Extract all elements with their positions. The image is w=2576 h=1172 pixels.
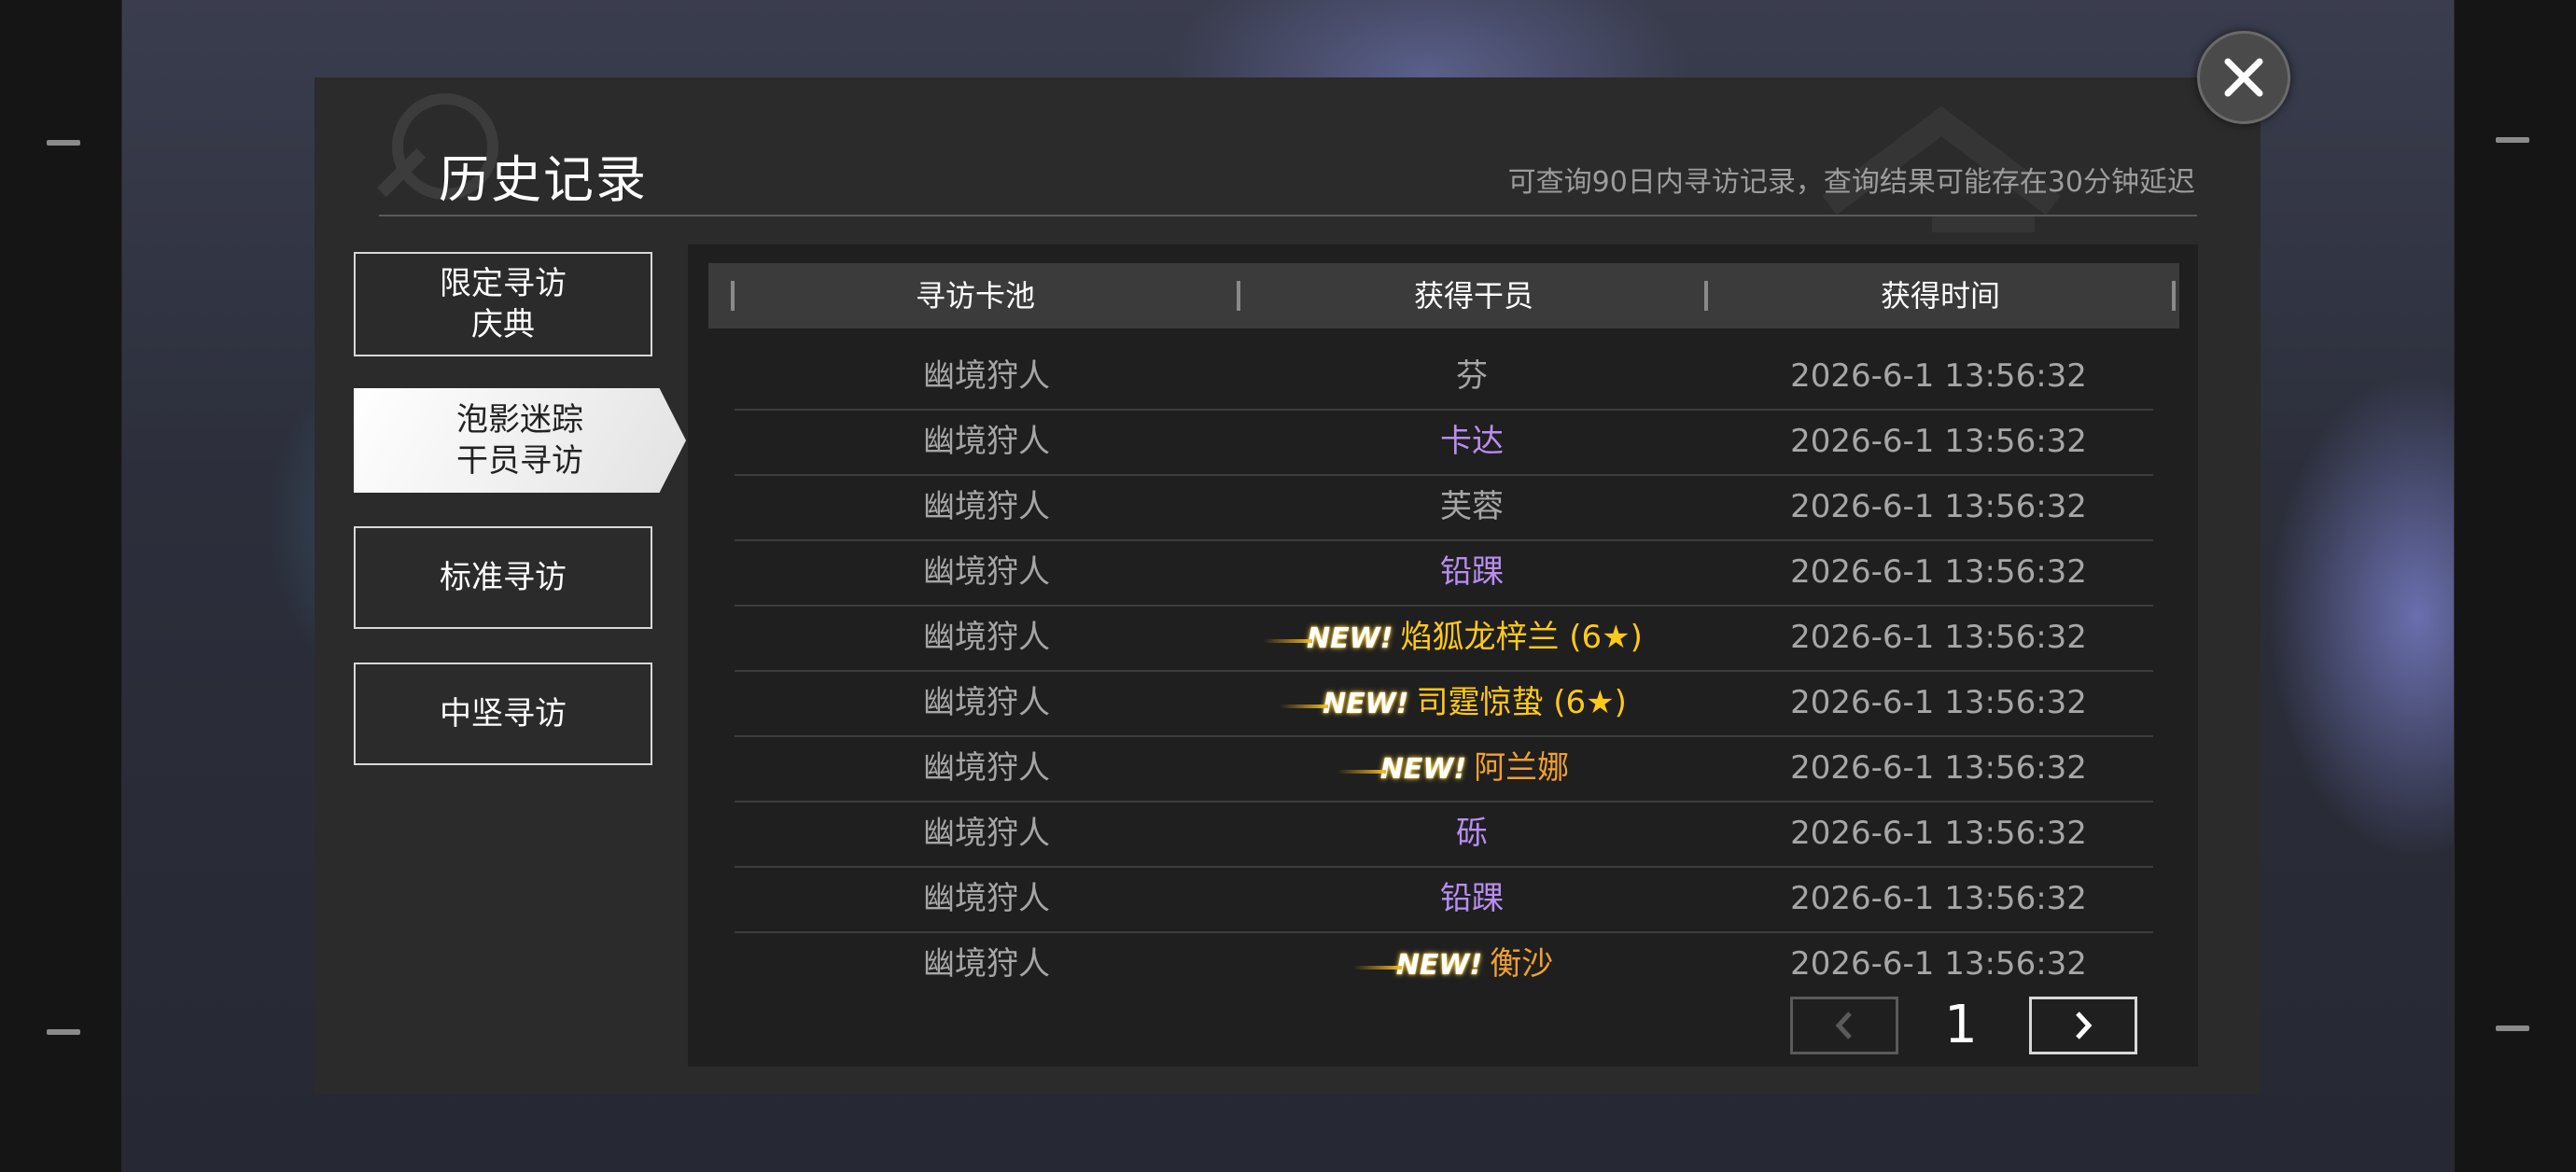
operator-cell: 铅踝 <box>1239 539 1705 605</box>
table-row: 幽境狩人 卡达 2026-6-1 13:56:32 <box>735 409 2153 476</box>
operator-name: 砾 <box>1456 815 1488 852</box>
right-frame <box>2454 0 2576 1172</box>
pool-cell: 幽境狩人 <box>923 880 1050 917</box>
operator-cell: 卡达 <box>1239 409 1705 474</box>
frame-tick <box>2496 1026 2529 1031</box>
time-cell: 2026-6-1 13:56:32 <box>1790 815 2087 852</box>
new-badge: NEW! <box>1352 933 1482 998</box>
operator-stars: (6★) <box>1543 684 1627 721</box>
pool-cell: 幽境狩人 <box>923 619 1050 656</box>
pool-cell: 幽境狩人 <box>923 815 1050 852</box>
tab-bubble-trace-operator[interactable]: 泡影迷踪 干员寻访 <box>354 388 686 493</box>
header-separator <box>2172 281 2176 311</box>
dialog-title: 历史记录 <box>439 150 648 209</box>
operator-cell: 砾 <box>1239 801 1705 866</box>
tab-label: 标准寻访 <box>440 559 567 596</box>
time-cell: 2026-6-1 13:56:32 <box>1790 553 2087 591</box>
pool-cell: 幽境狩人 <box>923 553 1050 591</box>
operator-name: 铅踝 <box>1440 553 1504 591</box>
operator-cell: NEW! 衡沙 <box>1239 931 1705 997</box>
table-row: 幽境狩人 NEW! 焰狐龙梓兰 (6★) 2026-6-1 13:56:32 <box>735 605 2153 672</box>
operator-cell: 芬 <box>1239 343 1705 409</box>
history-table: 寻访卡池 获得干员 获得时间 幽境狩人芬 2026-6-1 13:56:32 幽境狩… <box>688 244 2198 1067</box>
operator-cell: 芙蓉 <box>1239 474 1705 539</box>
time-cell: 2026-6-1 13:56:32 <box>1790 945 2087 983</box>
frame-tick <box>47 1029 80 1035</box>
header-operator: 获得干员 <box>1413 278 1533 314</box>
next-page-button[interactable] <box>2029 997 2137 1054</box>
new-badge: NEW! <box>1279 672 1408 737</box>
operator-name: 芬 <box>1456 357 1488 395</box>
chevron-right-icon <box>2076 1012 2093 1039</box>
prev-page-button[interactable] <box>1790 997 1898 1054</box>
operator-name: 阿兰娜 <box>1474 749 1570 787</box>
time-cell: 2026-6-1 13:56:32 <box>1790 488 2087 525</box>
operator-name: 芙蓉 <box>1440 488 1504 525</box>
operator-cell: NEW! 阿兰娜 <box>1239 735 1705 801</box>
operator-name: 铅踝 <box>1440 880 1504 917</box>
operator-cell: 铅踝 <box>1239 866 1705 931</box>
table-header: 寻访卡池 获得干员 获得时间 <box>708 263 2179 328</box>
header-pool: 寻访卡池 <box>915 278 1035 314</box>
title-divider <box>379 215 2197 216</box>
table-row: 幽境狩人 铅踝 2026-6-1 13:56:32 <box>735 866 2153 933</box>
left-frame <box>0 0 122 1172</box>
tab-label: 泡影迷踪 干员寻访 <box>456 401 583 480</box>
table-row: 幽境狩人 NEW! 衡沙 2026-6-1 13:56:32 <box>735 931 2153 997</box>
frame-tick <box>47 140 80 146</box>
operator-cell: NEW! 焰狐龙梓兰 (6★) <box>1239 605 1705 670</box>
time-cell: 2026-6-1 13:56:32 <box>1790 619 2087 656</box>
time-cell: 2026-6-1 13:56:32 <box>1790 357 2087 395</box>
operator-name: 衡沙 <box>1490 945 1554 983</box>
tab-core[interactable]: 中坚寻访 <box>354 663 652 765</box>
chevron-left-icon <box>1835 1012 1852 1039</box>
close-button[interactable] <box>2197 31 2290 124</box>
operator-stars: (6★) <box>1559 619 1643 656</box>
header-time: 获得时间 <box>1880 278 2000 314</box>
operator-cell: NEW! 司霆惊蛰 (6★) <box>1239 670 1705 735</box>
tab-standard[interactable]: 标准寻访 <box>354 526 652 629</box>
time-cell: 2026-6-1 13:56:32 <box>1790 423 2087 460</box>
pool-cell: 幽境狩人 <box>923 749 1050 787</box>
pool-cell: 幽境狩人 <box>923 423 1050 460</box>
pool-cell: 幽境狩人 <box>923 357 1050 395</box>
dialog-subtitle: 可查询90日内寻访记录，查询结果可能存在30分钟延迟 <box>1507 166 2195 199</box>
time-cell: 2026-6-1 13:56:32 <box>1790 749 2087 787</box>
time-cell: 2026-6-1 13:56:32 <box>1790 880 2087 917</box>
time-cell: 2026-6-1 13:56:32 <box>1790 684 2087 721</box>
tab-limited-celebration[interactable]: 限定寻访 庆典 <box>354 252 652 356</box>
table-row: 幽境狩人 芬 2026-6-1 13:56:32 <box>735 343 2153 411</box>
table-row: 幽境狩人 NEW! 阿兰娜 2026-6-1 13:56:32 <box>735 735 2153 802</box>
close-icon <box>2224 58 2263 97</box>
new-badge: NEW! <box>1337 737 1466 802</box>
table-row: 幽境狩人 铅踝 2026-6-1 13:56:32 <box>735 539 2153 607</box>
tab-label: 中坚寻访 <box>440 695 567 732</box>
pool-cell: 幽境狩人 <box>923 684 1050 721</box>
frame-tick <box>2496 137 2529 143</box>
table-row: 幽境狩人 芙蓉 2026-6-1 13:56:32 <box>735 474 2153 541</box>
table-row: 幽境狩人 NEW! 司霆惊蛰 (6★) 2026-6-1 13:56:32 <box>735 670 2153 737</box>
new-badge: NEW! <box>1263 607 1393 672</box>
operator-name: 卡达 <box>1440 423 1504 460</box>
operator-name: 焰狐龙梓兰 <box>1400 619 1560 656</box>
pool-cell: 幽境狩人 <box>923 488 1050 525</box>
tab-label: 限定寻访 庆典 <box>440 265 567 343</box>
page-number: 1 <box>1944 995 1978 1055</box>
pool-cell: 幽境狩人 <box>923 945 1050 983</box>
operator-name: 司霆惊蛰 <box>1416 684 1544 721</box>
table-row: 幽境狩人 砾 2026-6-1 13:56:32 <box>735 801 2153 868</box>
